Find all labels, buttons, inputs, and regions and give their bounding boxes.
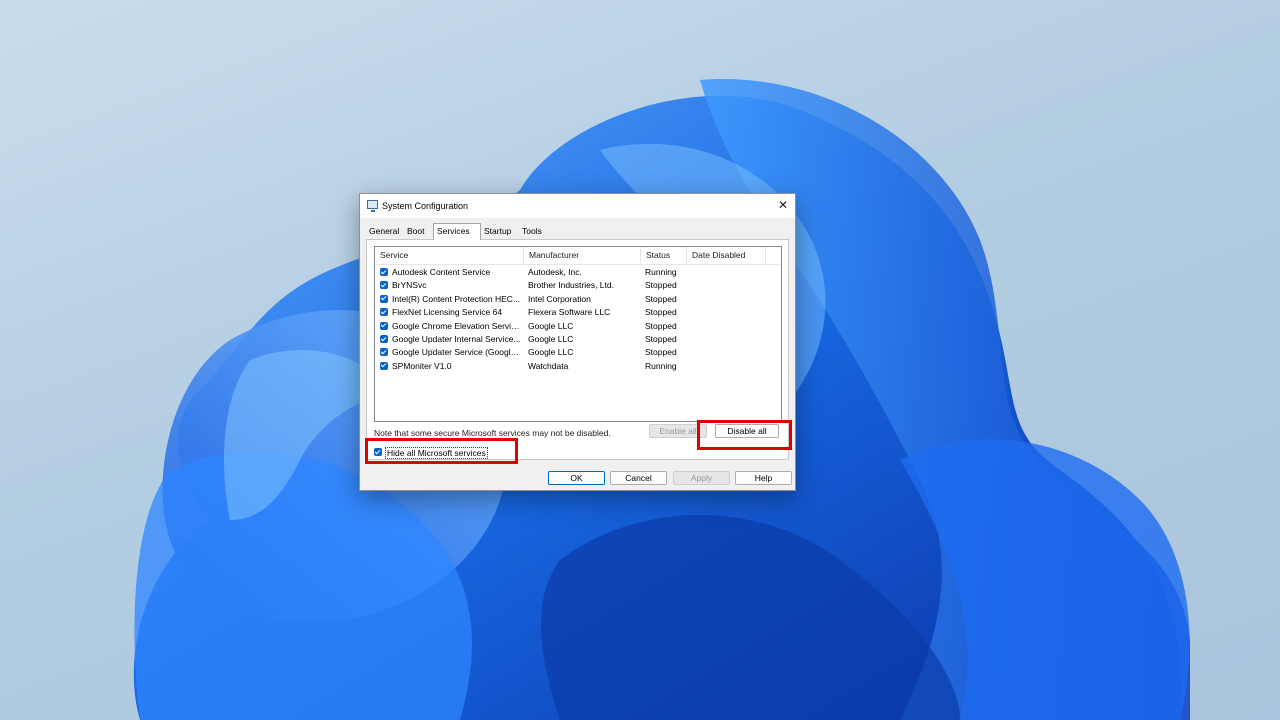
- service-name-cell: Intel(R) Content Protection HEC...: [392, 293, 521, 304]
- service-row[interactable]: FlexNet Licensing Service 64 Flexera Soft…: [375, 306, 781, 319]
- service-row[interactable]: Google Updater Internal Service... Google…: [375, 333, 781, 346]
- service-status-cell: Stopped: [645, 333, 677, 344]
- service-status-cell: Stopped: [645, 280, 677, 291]
- service-status-cell: Stopped: [645, 320, 677, 331]
- column-header-manufacturer[interactable]: Manufacturer: [524, 247, 641, 264]
- service-date-disabled-cell: [691, 279, 761, 292]
- service-manufacturer-cell: Watchdata: [528, 360, 569, 371]
- ok-button[interactable]: OK: [548, 471, 605, 485]
- highlight-disable-all: [697, 420, 792, 450]
- service-checkbox[interactable]: [380, 294, 388, 303]
- tab-general[interactable]: General: [366, 225, 402, 239]
- service-manufacturer-cell: Google LLC: [528, 320, 574, 331]
- service-date-disabled-cell: [691, 346, 761, 359]
- service-checkbox[interactable]: [380, 348, 388, 357]
- column-header-status[interactable]: Status: [641, 247, 687, 264]
- msconfig-icon: [367, 200, 378, 212]
- service-row[interactable]: Intel(R) Content Protection HEC... Intel …: [375, 293, 781, 306]
- window-title: System Configuration: [382, 201, 469, 211]
- service-manufacturer-cell: Autodesk, Inc.: [528, 267, 582, 277]
- service-date-disabled-cell: [691, 360, 761, 373]
- service-manufacturer-cell: Intel Corporation: [528, 293, 591, 304]
- service-row[interactable]: Google Updater Service (Google... Google …: [375, 346, 781, 359]
- service-name-cell: SPMoniter V1.0: [392, 360, 452, 371]
- service-status-cell: Stopped: [645, 347, 677, 358]
- tab-tools[interactable]: Tools: [519, 225, 545, 239]
- service-name-cell: FlexNet Licensing Service 64: [392, 307, 503, 318]
- service-status-cell: Stopped: [645, 307, 677, 318]
- service-date-disabled-cell: [691, 320, 761, 333]
- service-checkbox[interactable]: [380, 361, 388, 370]
- service-checkbox[interactable]: [380, 281, 388, 290]
- service-checkbox[interactable]: [380, 308, 388, 317]
- column-header-date-disabled[interactable]: Date Disabled: [687, 247, 766, 264]
- service-name-cell: Google Updater Service (Google...: [392, 347, 522, 358]
- service-row[interactable]: SPMoniter V1.0 Watchdata Running: [375, 360, 781, 373]
- service-manufacturer-cell: Google LLC: [528, 333, 574, 344]
- service-row[interactable]: Autodesk Content Service Autodesk, Inc. Ru…: [375, 266, 781, 279]
- service-name-cell: Autodesk Content Service: [392, 267, 491, 277]
- service-checkbox[interactable]: [380, 268, 388, 276]
- service-date-disabled-cell: [691, 333, 761, 346]
- service-manufacturer-cell: Google LLC: [528, 347, 574, 358]
- service-name-cell: Google Chrome Elevation Servic...: [392, 320, 522, 331]
- service-date-disabled-cell: [691, 306, 761, 319]
- highlight-hide-microsoft-services: [365, 438, 518, 464]
- title-bar[interactable]: System Configuration ✕: [360, 194, 795, 218]
- service-manufacturer-cell: Flexera Software LLC: [528, 307, 611, 318]
- service-status-cell: Stopped: [645, 293, 677, 304]
- column-header-service[interactable]: Service: [375, 247, 524, 264]
- list-header: Service Manufacturer Status Date Disable…: [375, 247, 781, 265]
- tab-startup[interactable]: Startup: [481, 225, 514, 239]
- tab-boot[interactable]: Boot: [404, 225, 428, 239]
- services-list[interactable]: Service Manufacturer Status Date Disable…: [374, 246, 782, 422]
- cancel-button[interactable]: Cancel: [610, 471, 667, 485]
- apply-button[interactable]: Apply: [673, 471, 730, 485]
- service-row[interactable]: BrYNSvc Brother Industries, Ltd. Stopped: [375, 279, 781, 292]
- service-name-cell: BrYNSvc: [392, 280, 427, 291]
- help-button[interactable]: Help: [735, 471, 792, 485]
- service-manufacturer-cell: Brother Industries, Ltd.: [528, 280, 614, 291]
- service-date-disabled-cell: [691, 293, 761, 306]
- service-status-cell: Running: [645, 360, 677, 371]
- service-checkbox[interactable]: [380, 334, 388, 343]
- tab-services[interactable]: Services: [433, 223, 481, 240]
- close-button[interactable]: ✕: [771, 194, 795, 216]
- service-status-cell: Running: [645, 267, 677, 277]
- service-checkbox[interactable]: [380, 321, 388, 330]
- service-rows: Autodesk Content Service Autodesk, Inc. Ru…: [375, 266, 781, 373]
- service-row[interactable]: Google Chrome Elevation Servic... Google …: [375, 320, 781, 333]
- secure-services-note: Note that some secure Microsoft services…: [374, 428, 611, 438]
- service-name-cell: Google Updater Internal Service...: [392, 333, 521, 344]
- service-date-disabled-cell: [691, 266, 761, 279]
